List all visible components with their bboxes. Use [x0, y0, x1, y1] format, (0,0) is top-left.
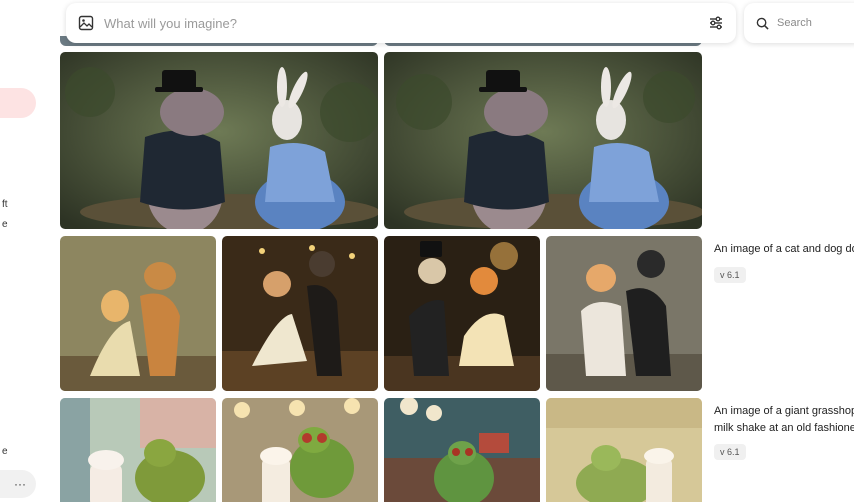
- sidebar-label-fragment[interactable]: ft: [2, 199, 8, 210]
- generated-image-grasshopper[interactable]: [222, 398, 378, 502]
- sliders-icon[interactable]: [708, 15, 724, 31]
- generated-image-hippo-rabbit[interactable]: [60, 52, 378, 229]
- app-page: ft e e ··· What will you imagine? Search…: [0, 0, 854, 502]
- generated-image-grasshopper[interactable]: [384, 398, 540, 502]
- sidebar-label-fragment[interactable]: e: [2, 219, 8, 230]
- sidebar-active-item[interactable]: [0, 88, 36, 118]
- generated-image-grasshopper[interactable]: [60, 398, 216, 502]
- generated-image-hippo-rabbit[interactable]: [384, 52, 702, 229]
- generated-image-cat-dog[interactable]: [384, 236, 540, 391]
- sidebar: ft e e ···: [0, 0, 48, 502]
- image-icon[interactable]: [78, 15, 94, 31]
- search-placeholder: Search: [777, 17, 812, 29]
- more-options-button[interactable]: ···: [0, 470, 36, 498]
- version-badge: v 6.1: [714, 444, 746, 460]
- generated-image-cat-dog[interactable]: [546, 236, 702, 391]
- generated-image-cat-dog[interactable]: [60, 236, 216, 391]
- generated-image-grasshopper[interactable]: [546, 398, 702, 502]
- search-icon: [756, 17, 769, 30]
- version-badge: v 6.1: [714, 267, 746, 283]
- prompt-caption[interactable]: An image of a giant grasshop: [714, 403, 854, 420]
- generated-image-cat-dog[interactable]: [222, 236, 378, 391]
- prompt-caption[interactable]: milk shake at an old fashione: [714, 420, 854, 437]
- prompt-input[interactable]: [104, 15, 708, 31]
- prompt-caption[interactable]: An image of a cat and dog do: [714, 241, 854, 258]
- more-icon: ···: [14, 477, 26, 491]
- search-input[interactable]: Search: [744, 3, 854, 43]
- sidebar-label-fragment[interactable]: e: [2, 446, 8, 457]
- prompt-bar: [66, 3, 736, 43]
